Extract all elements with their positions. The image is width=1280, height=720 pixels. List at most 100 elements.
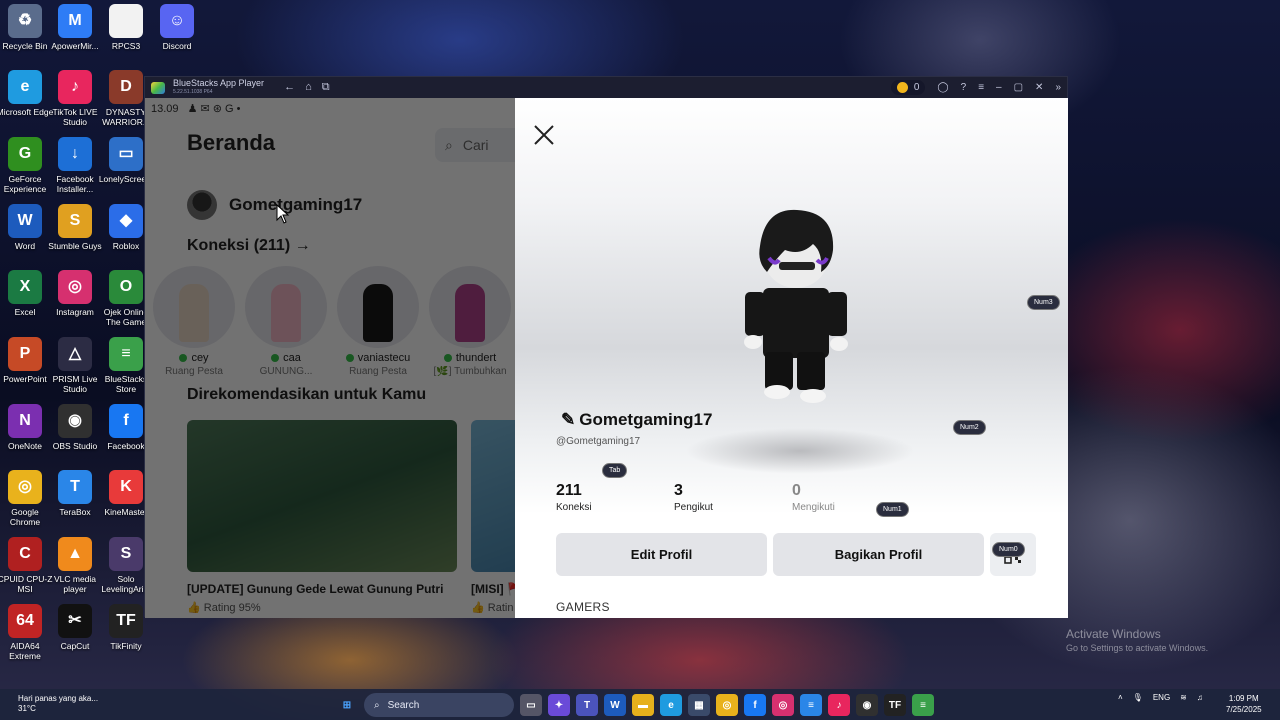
game-thumbnail[interactable]	[471, 420, 515, 572]
multi-instance-icon[interactable]: ⧉	[322, 81, 330, 94]
notepad-icon[interactable]: ≡	[800, 694, 822, 716]
instagram-icon[interactable]: ◎	[772, 694, 794, 716]
android-status-bar: 13.09 ♟ ✉ ⊛ G •	[151, 102, 247, 115]
desktop-icon-label: Facebook Installer...	[56, 174, 94, 194]
game-title[interactable]: [MISI] 🚩	[471, 582, 515, 596]
teams-icon[interactable]: T	[576, 694, 598, 716]
desktop-icon[interactable]: ↓ Facebook Installer...	[46, 137, 104, 194]
user-header[interactable]: Gometgaming17	[187, 190, 362, 220]
desktop-icon[interactable]: ◎ Instagram	[46, 270, 104, 317]
obs-icon[interactable]: ◉	[856, 694, 878, 716]
desktop-icon[interactable]: M ApowerMir...	[46, 4, 104, 51]
profile-display-name[interactable]: ✎ Gometgaming17	[561, 410, 712, 430]
copilot-icon[interactable]: ✦	[548, 694, 570, 716]
clock[interactable]: 1:09 PM 7/25/2025	[1226, 693, 1262, 715]
desktop-icon[interactable]: ♪ TikTok LIVE Studio	[46, 70, 104, 127]
language-indicator[interactable]: ENG	[1153, 693, 1170, 702]
start-icon[interactable]: ⊞	[336, 694, 358, 716]
minimize-icon[interactable]: –	[996, 82, 1002, 93]
avatar[interactable]	[187, 190, 217, 220]
desktop-icon-label: OBS Studio	[52, 441, 98, 451]
friend-item[interactable]: cey Ruang Pesta	[153, 266, 235, 377]
stat-label: Mengikuti	[792, 502, 835, 513]
wifi-icon[interactable]: ≋	[1180, 693, 1187, 702]
desktop-icon-label: ApowerMir...	[51, 41, 99, 51]
system-tray: ˄ 🎙 ENG ≋ ♫	[1118, 693, 1203, 702]
close-window-icon[interactable]: ✕	[1035, 82, 1043, 93]
desktop-icon[interactable]: ☺ Discord	[148, 4, 206, 51]
friend-avatar[interactable]	[429, 266, 511, 348]
search-input[interactable]: ⌕ Cari	[435, 128, 515, 162]
word-icon[interactable]: W	[604, 694, 626, 716]
aida64-icon: 64	[8, 604, 42, 638]
download-icon: ↓	[58, 137, 92, 171]
stat-connections[interactable]: 211 Koneksi	[556, 482, 592, 513]
friend-item[interactable]: vaniastecu Ruang Pesta	[337, 266, 419, 377]
desktop-icon[interactable]: S Stumble Guys	[46, 204, 104, 251]
help-icon[interactable]: ?	[961, 82, 967, 93]
cpuz-icon: C	[8, 537, 42, 571]
desktop-icon[interactable]: ◉ OBS Studio	[46, 404, 104, 451]
display-name-text: Gometgaming17	[579, 410, 713, 429]
weather-widget[interactable]: Hari panas yang aka... 31°C	[18, 694, 98, 714]
friend-status: Ruang Pesta	[349, 366, 407, 377]
maximize-icon[interactable]: ▢	[1014, 82, 1023, 93]
connections-heading[interactable]: Koneksi (211) →	[187, 237, 311, 255]
tikfinity-icon[interactable]: TF	[884, 694, 906, 716]
keymap-hint-num3: Num3	[1027, 295, 1060, 310]
desktop-icon[interactable]: ✂ CapCut	[46, 604, 104, 651]
home-icon[interactable]: ⌂	[305, 81, 312, 94]
friend-item[interactable]: thundert [🌿] Tumbuhkan	[429, 266, 511, 377]
desktop-icon[interactable]: RPCS3	[97, 4, 155, 51]
online-status-icon	[443, 354, 452, 362]
friend-avatar[interactable]	[153, 266, 235, 348]
chrome-icon[interactable]: ◎	[716, 694, 738, 716]
stat-label: Koneksi	[556, 502, 592, 513]
game-thumbnail[interactable]	[187, 420, 457, 572]
microphone-icon[interactable]: 🎙	[1133, 693, 1143, 702]
tiktok-icon[interactable]: ♪	[828, 694, 850, 716]
taskbar-search[interactable]: ⌕ Search	[364, 693, 514, 717]
account-icon[interactable]: ◯	[937, 82, 948, 93]
online-status-icon	[179, 354, 188, 362]
volume-icon[interactable]: ♫	[1197, 693, 1203, 702]
file-explorer-icon[interactable]: ▬	[632, 694, 654, 716]
facebook-icon: f	[109, 404, 143, 438]
facebook-icon[interactable]: f	[744, 694, 766, 716]
tray-overflow-icon[interactable]: ˄	[1118, 693, 1123, 702]
coin-balance[interactable]: 0	[890, 80, 926, 95]
taskbar-search-label: Search	[387, 699, 420, 711]
stat-following[interactable]: 0 Mengikuti	[792, 482, 835, 513]
friend-item[interactable]: caa GUNUNG...	[245, 266, 327, 377]
share-profile-button[interactable]: Bagikan Profil	[773, 533, 984, 576]
notification-icons: ♟ ✉ ⊛ G •	[187, 103, 241, 115]
store-icon[interactable]: ▦	[688, 694, 710, 716]
friend-avatar[interactable]	[337, 266, 419, 348]
desktop-icon-label: TikTok LIVE Studio	[52, 107, 98, 127]
bluestacks-icon[interactable]: ≡	[912, 694, 934, 716]
stat-followers[interactable]: 3 Pengikut	[674, 482, 713, 513]
back-arrow-icon[interactable]: ←	[284, 81, 295, 94]
edit-profile-button[interactable]: Edit Profil	[556, 533, 767, 576]
desktop-icon[interactable]: △ PRISM Live Studio	[46, 337, 104, 394]
task-view-icon[interactable]: ▭	[520, 694, 542, 716]
edge-icon[interactable]: e	[660, 694, 682, 716]
instagram-icon: ◎	[58, 270, 92, 304]
sidebar-toggle-icon[interactable]: »	[1055, 82, 1061, 93]
onenote-icon: N	[8, 404, 42, 438]
desktop-icon[interactable]: ▲ VLC media player	[46, 537, 104, 594]
edit-pencil-icon[interactable]: ✎	[561, 410, 575, 430]
desktop-icon-label: TikFinity	[110, 641, 142, 651]
keymap-hint-num0: Num0	[992, 542, 1025, 557]
menu-icon[interactable]: ≡	[978, 82, 984, 93]
desktop-icon[interactable]: T TeraBox	[46, 470, 104, 517]
desktop-icon-label: VLC media player	[53, 574, 97, 594]
username[interactable]: Gometgaming17	[229, 195, 362, 215]
friend-avatar[interactable]	[245, 266, 327, 348]
game-title[interactable]: [UPDATE] Gunung Gede Lewat Gunung Putri	[187, 582, 443, 596]
game-icon: S	[109, 537, 143, 571]
desktop-icon-label: PRISM Live Studio	[52, 374, 98, 394]
close-icon[interactable]	[533, 124, 555, 146]
stat-label: Pengikut	[674, 502, 713, 513]
game-rating: 👍 Ratin	[471, 602, 514, 614]
